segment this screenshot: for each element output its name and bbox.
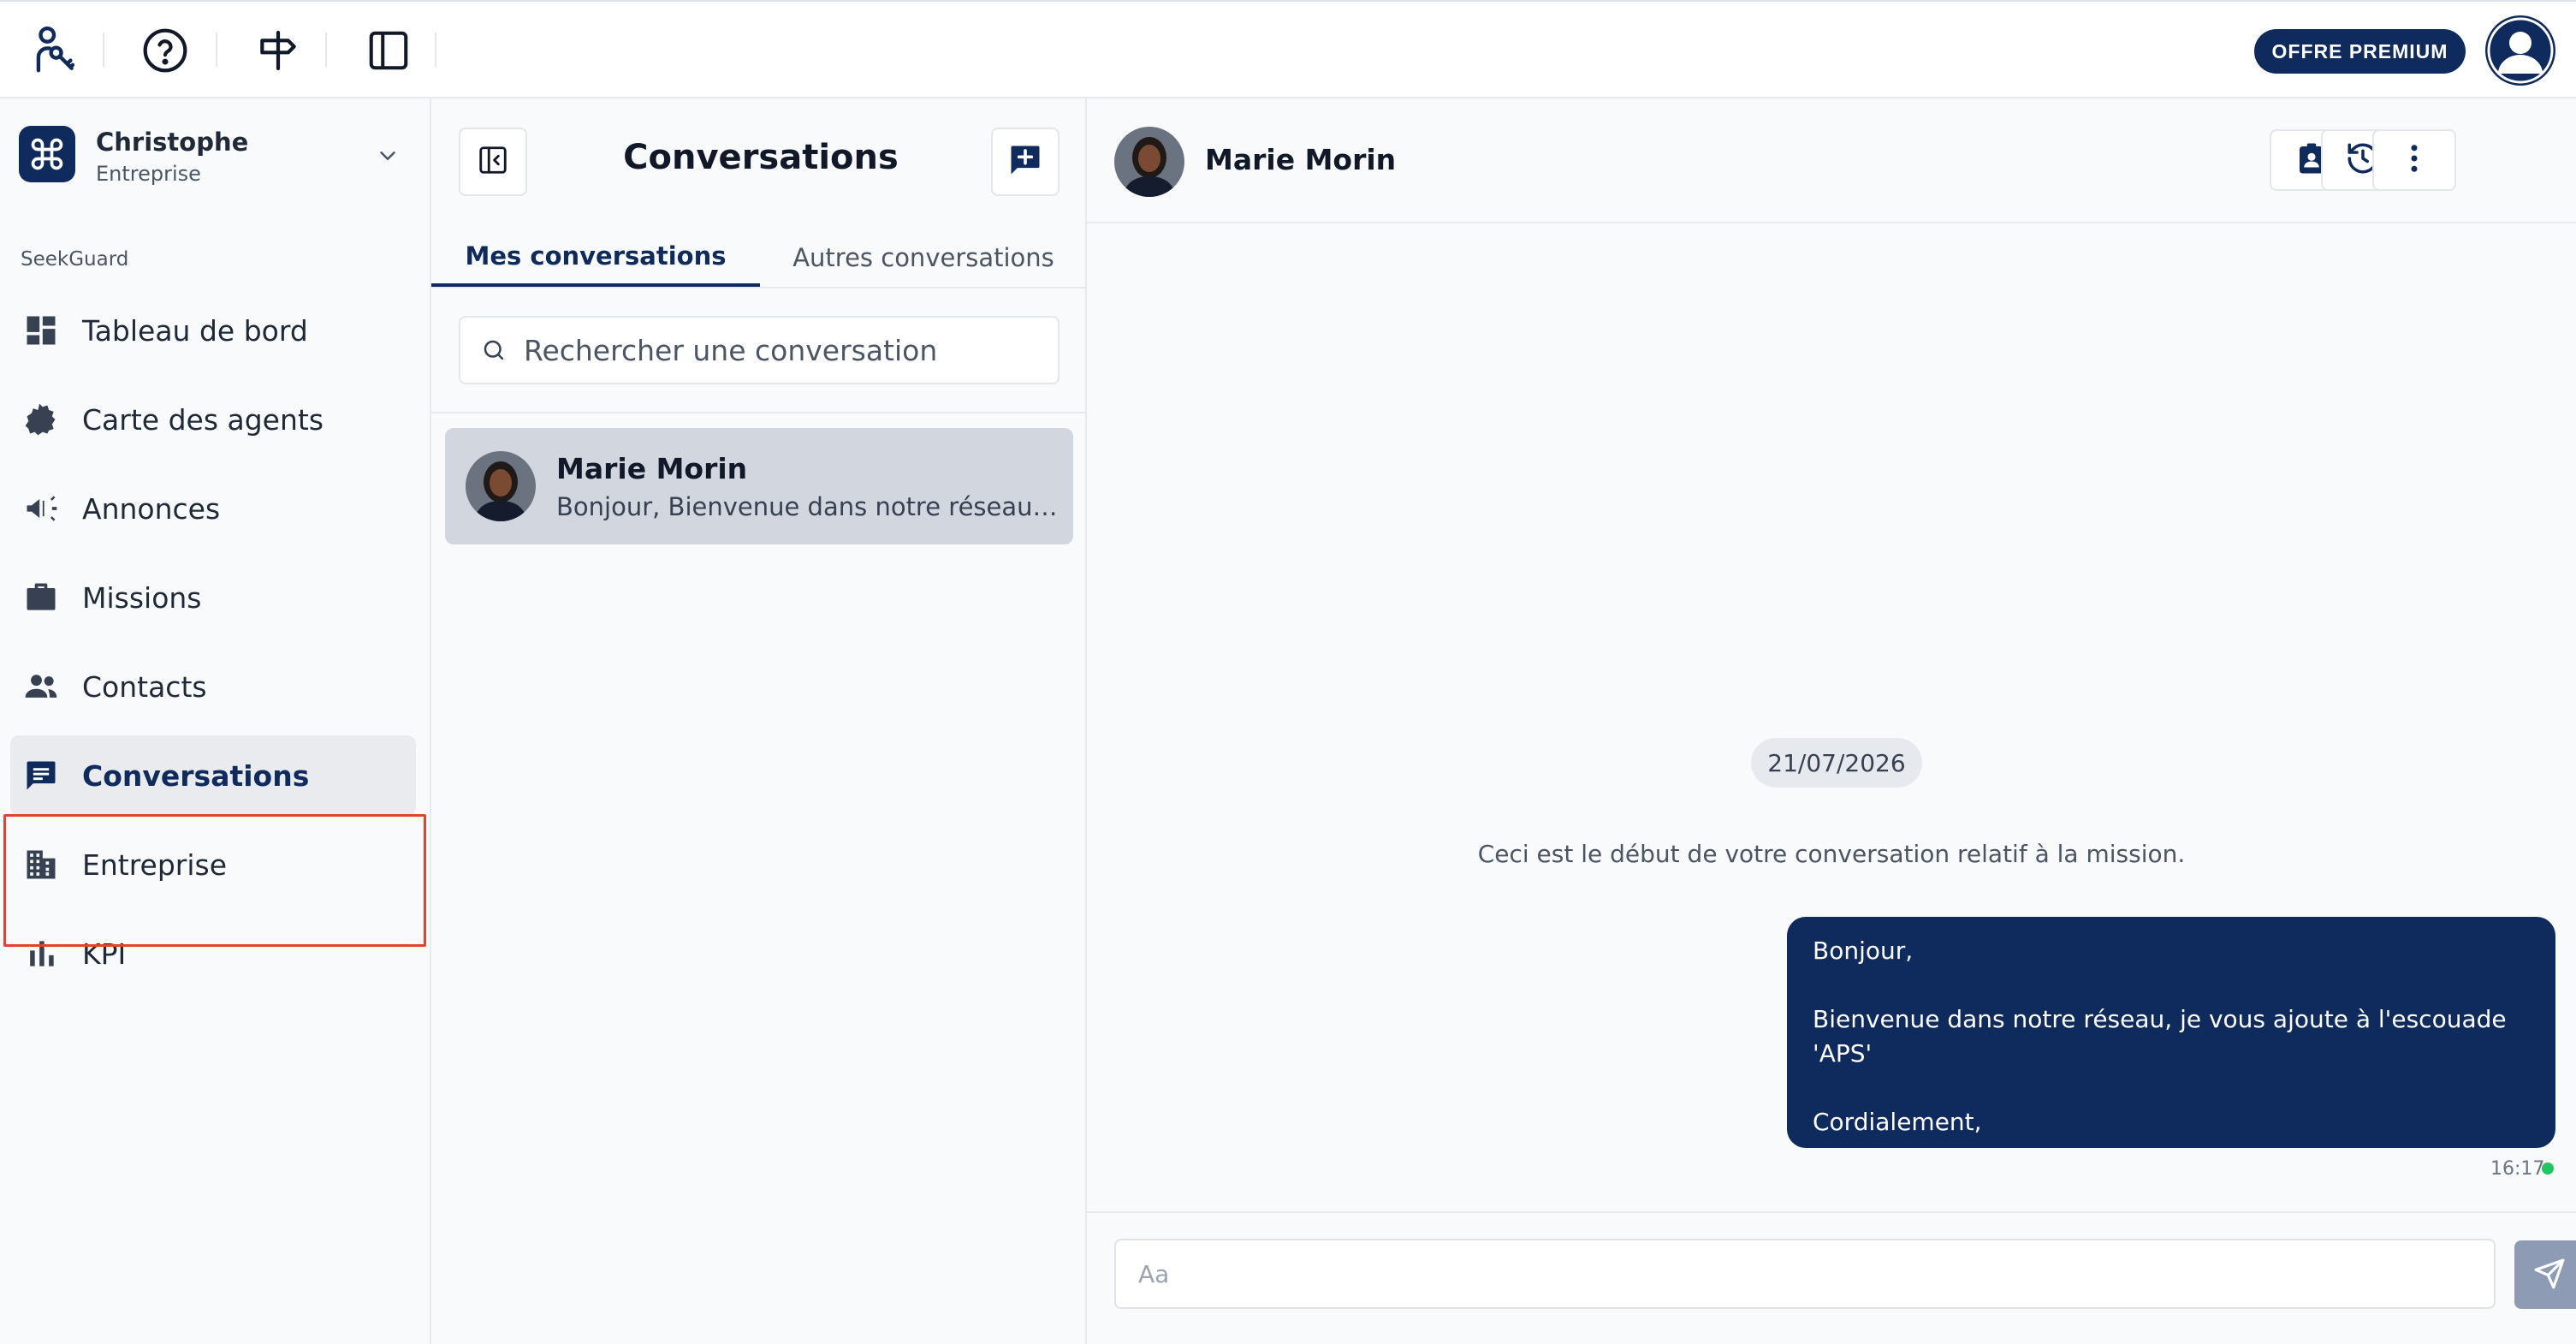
sidebar-item-conversations[interactable]: Conversations bbox=[10, 735, 416, 816]
sidebar-item-kpi[interactable]: KPI bbox=[10, 913, 416, 994]
sidebar-item-label: Annonces bbox=[82, 491, 221, 526]
list-divider bbox=[431, 412, 1087, 413]
sidebar-item-label: Tableau de bord bbox=[82, 313, 308, 348]
sidebar-item-carte-des-agents[interactable]: Carte des agents bbox=[10, 379, 416, 460]
tabs-divider bbox=[431, 287, 1087, 288]
chat-contact-name: Marie Morin bbox=[1205, 143, 1397, 176]
send-icon bbox=[2533, 1258, 2566, 1293]
organization-type: Entreprise bbox=[96, 162, 201, 186]
panel-collapse-icon bbox=[477, 144, 509, 180]
composer-divider bbox=[1087, 1211, 2576, 1213]
chat-panel: Marie Morin 21/07/2026 Ceci est le début… bbox=[1087, 98, 2576, 1344]
organization-switcher[interactable]: Christophe Entreprise bbox=[19, 124, 413, 193]
send-button[interactable] bbox=[2514, 1240, 2576, 1309]
toolbar-divider bbox=[103, 33, 104, 67]
sidebar-item-missions[interactable]: Missions bbox=[10, 557, 416, 638]
user-avatar-icon[interactable] bbox=[2485, 15, 2555, 86]
message-composer bbox=[1114, 1239, 2496, 1309]
tab-autres-conversations[interactable]: Autres conversations bbox=[760, 229, 1087, 287]
message-input[interactable] bbox=[1138, 1259, 2456, 1288]
more-vertical-icon bbox=[2396, 140, 2432, 180]
sidebar-panel-icon[interactable] bbox=[359, 21, 418, 80]
toolbar-divider bbox=[216, 33, 217, 67]
person-key-icon[interactable] bbox=[24, 21, 84, 80]
search-icon bbox=[479, 336, 508, 365]
france-map-icon bbox=[21, 399, 62, 440]
system-message: Ceci est le début de votre conversation … bbox=[1477, 840, 2186, 868]
outgoing-message-bubble: Bonjour, Bienvenue dans notre réseau, je… bbox=[1787, 917, 2555, 1148]
sidebar-item-label: Carte des agents bbox=[82, 402, 324, 437]
conversation-list-item[interactable]: Marie Morin Bonjour, Bienvenue dans notr… bbox=[445, 428, 1073, 544]
toolbar-divider bbox=[325, 33, 327, 67]
sidebar-item-contacts[interactable]: Contacts bbox=[10, 646, 416, 727]
chevron-down-icon[interactable] bbox=[375, 143, 401, 172]
conversation-preview: Bonjour, Bienvenue dans notre réseau, je… bbox=[556, 491, 1061, 521]
collapse-panel-button[interactable] bbox=[459, 128, 527, 196]
conversations-title: Conversations bbox=[623, 138, 899, 177]
people-icon bbox=[21, 666, 62, 707]
date-separator: 21/07/2026 bbox=[1751, 738, 1922, 788]
sidebar-item-label: Entreprise bbox=[82, 847, 228, 882]
add-chat-icon bbox=[1006, 141, 1044, 182]
conversation-list-panel: Conversations Mes conversations Autres c… bbox=[431, 98, 1087, 1344]
more-options-button[interactable] bbox=[2372, 129, 2456, 191]
sidebar-item-label: Missions bbox=[82, 580, 202, 615]
avatar bbox=[466, 451, 536, 521]
dashboard-icon bbox=[21, 310, 62, 351]
megaphone-icon bbox=[21, 488, 62, 529]
building-icon bbox=[21, 844, 62, 885]
chat-icon bbox=[21, 755, 62, 796]
briefcase-icon bbox=[21, 577, 62, 618]
toolbar-divider bbox=[435, 33, 436, 67]
sidebar-item-label: Contacts bbox=[82, 669, 207, 704]
message-line: Cordialement, bbox=[1813, 1108, 1982, 1136]
message-line: Bonjour, bbox=[1813, 937, 1914, 965]
tab-mes-conversations[interactable]: Mes conversations bbox=[431, 229, 760, 287]
search-input[interactable] bbox=[524, 333, 1037, 367]
premium-offer-button[interactable]: OFFRE PREMIUM bbox=[2254, 29, 2466, 74]
sidebar-item-label: Conversations bbox=[82, 758, 310, 793]
chat-header: Marie Morin bbox=[1087, 98, 2576, 223]
top-bar: OFFRE PREMIUM bbox=[0, 0, 2576, 98]
delivered-status-dot bbox=[2542, 1163, 2554, 1175]
section-label: SeekGuard bbox=[21, 248, 129, 271]
conversation-search bbox=[459, 316, 1059, 384]
new-conversation-button[interactable] bbox=[991, 128, 1059, 196]
avatar[interactable] bbox=[1114, 127, 1184, 197]
sidebar-item-tableau-de-bord[interactable]: Tableau de bord bbox=[10, 290, 416, 371]
signpost-icon[interactable] bbox=[248, 21, 308, 80]
sidebar-item-label: KPI bbox=[82, 937, 127, 971]
help-circle-icon[interactable] bbox=[135, 21, 195, 80]
message-time: 16:17 bbox=[2490, 1158, 2545, 1180]
organization-name: Christophe bbox=[96, 128, 249, 157]
bar-chart-icon bbox=[21, 933, 62, 974]
sidebar: Christophe Entreprise SeekGuard Tableau … bbox=[0, 98, 431, 1344]
message-line: Bienvenue dans notre réseau, je vous ajo… bbox=[1813, 1005, 2507, 1067]
command-icon bbox=[19, 126, 75, 182]
sidebar-item-annonces[interactable]: Annonces bbox=[10, 468, 416, 549]
sidebar-item-entreprise[interactable]: Entreprise bbox=[10, 824, 416, 905]
conversation-name: Marie Morin bbox=[556, 451, 748, 485]
